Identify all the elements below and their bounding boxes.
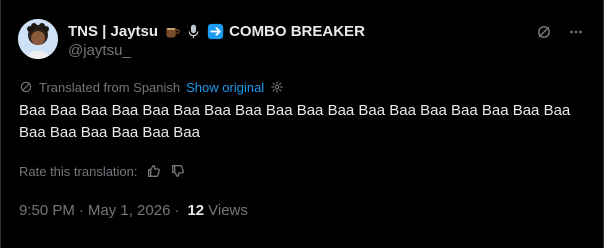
post: TNS | Jaytsu COMBO BREAKER @jaytsu_ Tran… [0, 0, 604, 248]
rate-translation-row: Rate this translation: [19, 162, 186, 180]
post-time[interactable]: 9:50 PM [19, 202, 75, 219]
translate-icon [19, 80, 33, 94]
meta-separator: · [174, 201, 180, 219]
show-original-link[interactable]: Show original [186, 80, 264, 95]
avatar[interactable] [18, 19, 58, 59]
gear-icon[interactable] [270, 80, 284, 94]
author-handle[interactable]: @jaytsu_ [68, 42, 131, 59]
post-meta: 9:50 PM · May 1, 2026 · 12 Views [19, 201, 248, 219]
post-top-actions [534, 22, 586, 42]
avatar-image [18, 19, 58, 59]
coffee-icon [163, 23, 180, 40]
more-icon[interactable] [566, 22, 586, 42]
microphone-icon [185, 23, 202, 40]
right-arrow-icon [207, 23, 224, 40]
post-date[interactable]: May 1, 2026 [88, 202, 171, 219]
thumbs-up-icon[interactable] [146, 163, 162, 179]
views-label: Views [208, 201, 248, 219]
author-suffix: COMBO BREAKER [229, 22, 365, 40]
meta-separator: · [78, 201, 84, 219]
author-name-row[interactable]: TNS | Jaytsu COMBO BREAKER [68, 22, 365, 40]
rate-label: Rate this translation: [19, 163, 138, 179]
translated-label: Translated from Spanish [39, 79, 181, 95]
grok-icon[interactable] [534, 22, 554, 42]
left-divider [0, 0, 1, 248]
translation-row: Translated from Spanish Show original [19, 79, 284, 95]
author-display-name[interactable]: TNS | Jaytsu [68, 23, 158, 40]
tweet-text: Baa Baa Baa Baa Baa Baa Baa Baa Baa Baa … [19, 102, 571, 141]
thumbs-down-icon[interactable] [170, 163, 186, 179]
views-count[interactable]: 12 [187, 202, 204, 219]
